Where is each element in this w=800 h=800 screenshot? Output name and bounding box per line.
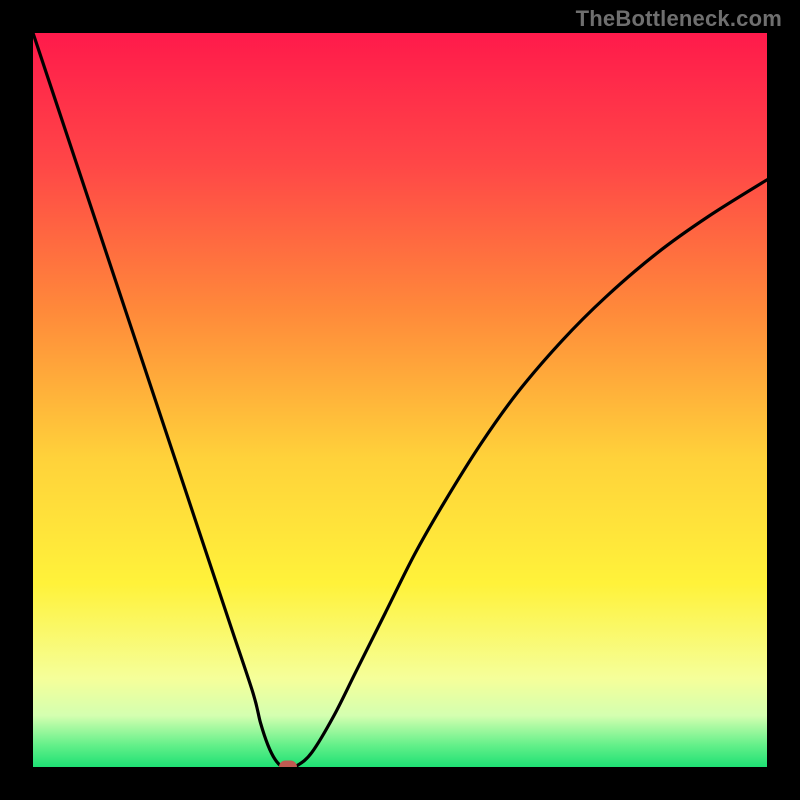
bottleneck-curve xyxy=(33,33,767,767)
optimal-marker xyxy=(279,761,297,768)
plot-area xyxy=(33,33,767,767)
watermark-text: TheBottleneck.com xyxy=(576,6,782,32)
chart-frame: TheBottleneck.com xyxy=(0,0,800,800)
